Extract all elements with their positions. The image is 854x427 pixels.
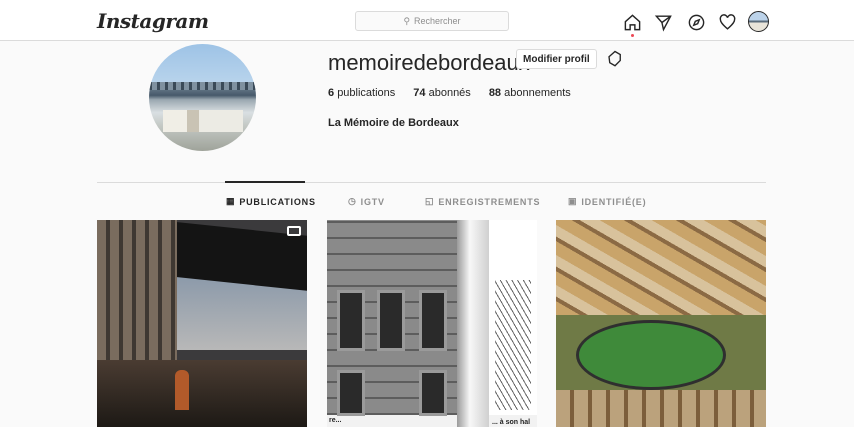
post-thumbnail-1[interactable] [97, 220, 307, 427]
edit-profile-button[interactable]: Modifier profil [516, 49, 597, 69]
notification-dot [631, 34, 634, 37]
post-1-street [97, 360, 307, 427]
home-icon[interactable] [621, 11, 643, 33]
following-stat[interactable]: 88 abonnements [489, 87, 571, 99]
tab-saved-label: ENREGISTREMENTS [438, 196, 541, 207]
followers-stat[interactable]: 74 abonnés [413, 87, 471, 99]
post-2-caption-left: re... [329, 417, 342, 424]
profile-username: memoiredebordeaux [328, 50, 530, 75]
post-thumbnail-3[interactable] [556, 220, 766, 427]
post-2-caption-right: ... à son hal [492, 419, 531, 426]
tab-igtv-label: IGTV [360, 196, 385, 207]
followers-count: 74 [413, 87, 426, 99]
igtv-icon: ◷ [348, 196, 357, 206]
posts-count: 6 [328, 87, 335, 99]
post-2-window [377, 290, 405, 351]
active-tab-indicator [225, 181, 305, 183]
bridge-image-detail [149, 82, 256, 90]
settings-gear-icon[interactable] [606, 50, 624, 68]
tab-publications-label: PUBLICATIONS [239, 196, 316, 207]
post-3-lawn [576, 320, 726, 390]
bookmark-icon: ◱ [425, 196, 435, 206]
tagged-icon: ▣ [568, 196, 578, 206]
post-2-window [419, 290, 447, 351]
tab-publications[interactable]: ▦ PUBLICATIONS [226, 196, 316, 207]
post-2-window [337, 370, 365, 416]
top-navigation-bar: Instagram ⚲ Rechercher [0, 0, 854, 41]
post-2-book-fold [457, 220, 489, 427]
grid-icon: ▦ [226, 196, 236, 206]
following-label: abonnements [504, 87, 571, 99]
explore-icon[interactable] [685, 11, 707, 33]
direct-messages-icon[interactable] [652, 11, 674, 33]
post-1-person [175, 370, 189, 410]
post-3-buildings [556, 220, 766, 315]
post-2-window [337, 290, 365, 351]
post-3-rooftops [556, 390, 766, 427]
post-2-window [419, 370, 447, 416]
search-icon: ⚲ [403, 15, 411, 26]
instagram-logo[interactable]: Instagram [97, 9, 209, 33]
tabs-divider [97, 182, 766, 183]
post-2-tree [495, 280, 531, 410]
tab-saved[interactable]: ◱ ENREGISTREMENTS [425, 196, 540, 207]
video-icon [287, 226, 301, 236]
search-placeholder: Rechercher [414, 16, 461, 26]
following-count: 88 [488, 87, 502, 99]
search-input[interactable]: ⚲ Rechercher [355, 11, 509, 31]
profile-picture[interactable] [149, 44, 256, 151]
post-thumbnail-2[interactable]: re... ... à son hal [327, 220, 537, 427]
profile-full-name: La Mémoire de Bordeaux [328, 117, 459, 129]
quay-image-detail [163, 110, 243, 132]
tab-tagged[interactable]: ▣ IDENTIFIÉ(E) [568, 196, 646, 207]
profile-avatar-icon[interactable] [748, 11, 769, 32]
posts-stat[interactable]: 6 publications [328, 87, 395, 99]
posts-label: publications [337, 87, 396, 99]
activity-heart-icon[interactable] [716, 11, 738, 33]
followers-label: abonnés [428, 87, 471, 99]
tab-tagged-label: IDENTIFIÉ(E) [581, 196, 647, 207]
profile-stats: 6 publications 74 abonnés 88 abonnements [328, 87, 589, 99]
tab-igtv[interactable]: ◷ IGTV [348, 196, 385, 207]
